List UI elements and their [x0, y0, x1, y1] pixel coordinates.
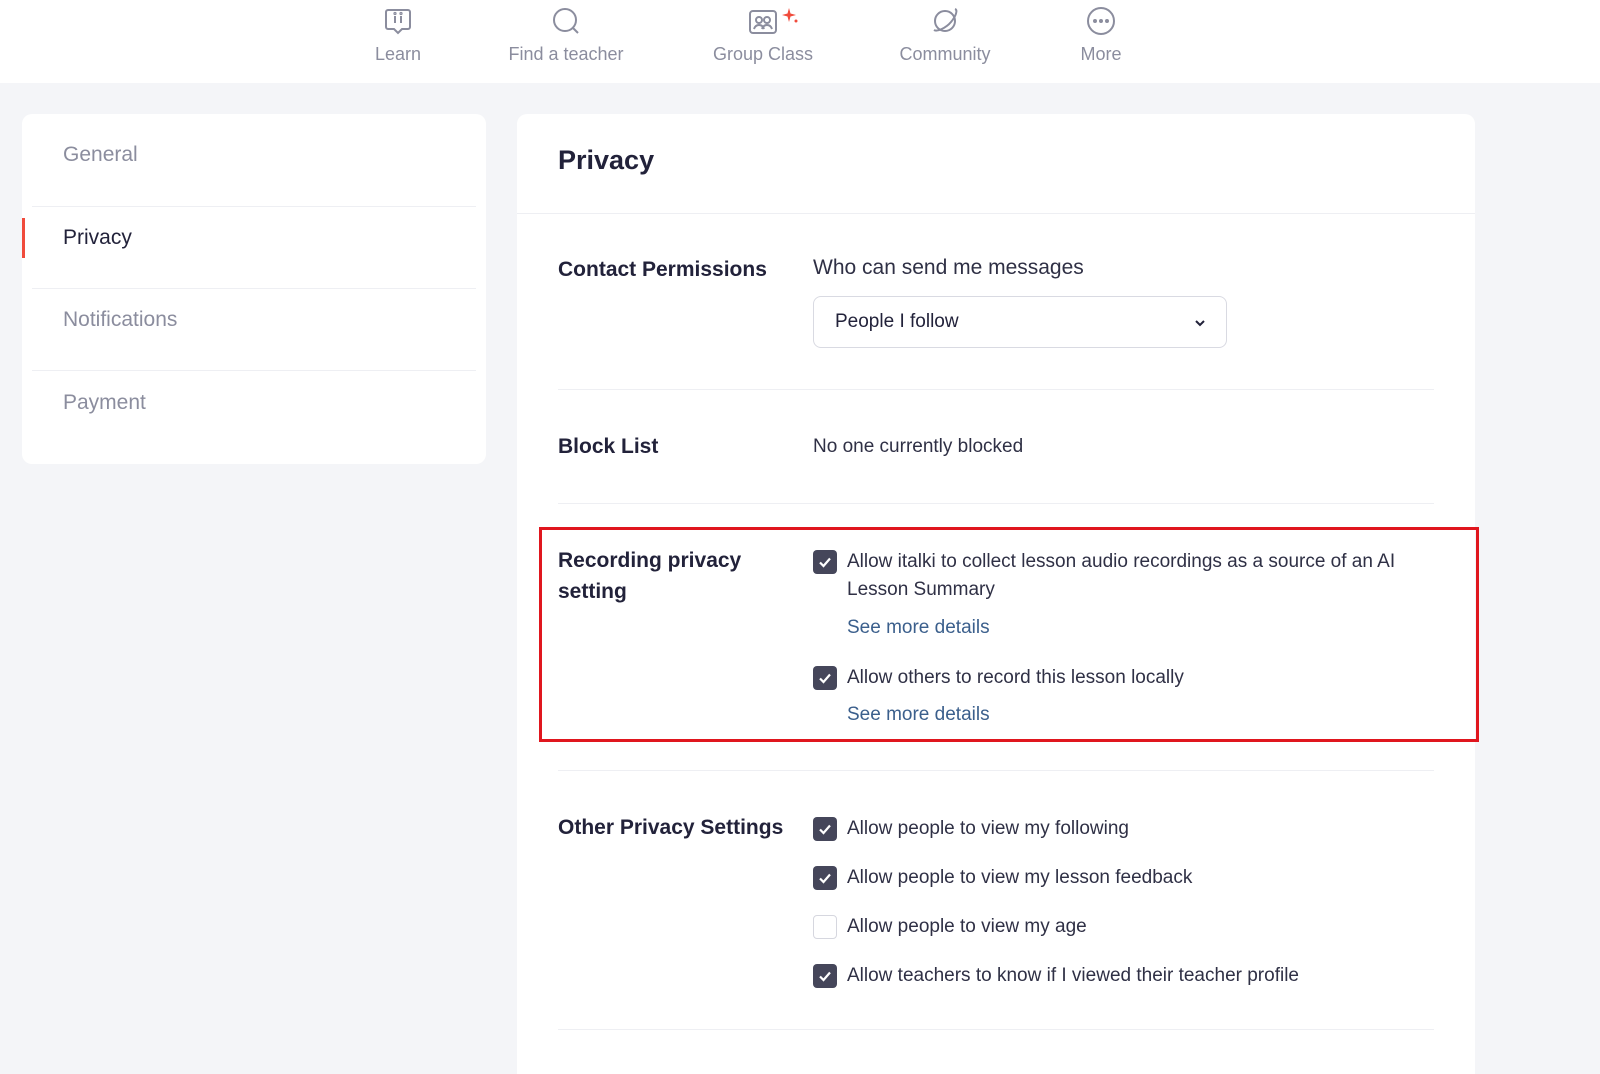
sidebar-item-label: Privacy: [63, 226, 132, 249]
block-list-value: No one currently blocked: [813, 436, 1024, 457]
view-following-text: Allow people to view my following: [847, 818, 1129, 839]
other-option-profile-view: Allow teachers to know if I viewed their…: [813, 964, 1433, 990]
sparkle-icon: [782, 8, 798, 23]
recording-privacy-label: Recording privacy setting: [558, 549, 742, 603]
checkmark-icon: [819, 873, 831, 884]
message-permission-value: People I follow: [835, 311, 959, 332]
chevron-down-icon: [1195, 320, 1205, 327]
search-icon: [553, 8, 579, 34]
nav-learn[interactable]: Learn: [364, 0, 432, 83]
divider: [517, 213, 1475, 214]
nav-more-label: More: [1080, 44, 1122, 64]
recording-option-ai-summary: Allow italki to collect lesson audio rec…: [813, 550, 1433, 604]
group-class-icon: [749, 10, 777, 34]
sidebar-item-label: Notifications: [63, 308, 178, 331]
sidebar-item-notifications[interactable]: Notifications: [22, 279, 486, 361]
sidebar-item-label: General: [63, 143, 138, 166]
sidebar-item-privacy[interactable]: Privacy: [22, 197, 486, 279]
view-following-checkbox[interactable]: [813, 817, 837, 841]
message-permission-select[interactable]: People I follow: [813, 296, 1227, 348]
nav-community[interactable]: Community: [893, 0, 997, 83]
nav-more[interactable]: More: [1075, 0, 1127, 83]
checkmark-icon: [819, 824, 831, 835]
other-option-age: Allow people to view my age: [813, 915, 1433, 941]
settings-sidebar: General Privacy Notifications Payment: [22, 114, 486, 464]
nav-community-label: Community: [899, 44, 991, 64]
view-feedback-checkbox[interactable]: [813, 866, 837, 890]
more-icon: [1087, 7, 1115, 35]
divider: [558, 389, 1434, 390]
view-age-checkbox[interactable]: [813, 915, 837, 939]
block-list-label: Block List: [558, 435, 659, 458]
ai-summary-text: Allow italki to collect lesson audio rec…: [847, 551, 1396, 600]
view-feedback-text: Allow people to view my lesson feedback: [847, 867, 1193, 888]
nav-find-teacher-label: Find a teacher: [508, 44, 624, 64]
checkmark-icon: [819, 673, 831, 684]
profile-view-checkbox[interactable]: [813, 964, 837, 988]
checkmark-icon: [819, 557, 831, 568]
nav-learn-label: Learn: [374, 44, 422, 64]
sidebar-item-payment[interactable]: Payment: [22, 362, 486, 444]
nav-find-teacher[interactable]: Find a teacher: [504, 0, 628, 83]
view-age-text: Allow people to view my age: [847, 916, 1087, 937]
local-recording-checkbox[interactable]: [813, 666, 837, 690]
nav-group-class-label: Group Class: [712, 44, 814, 64]
profile-view-text: Allow teachers to know if I viewed their…: [847, 965, 1299, 986]
nav-group-class[interactable]: Group Class: [710, 0, 816, 83]
divider: [558, 503, 1434, 504]
contact-permissions-label: Contact Permissions: [558, 258, 767, 281]
other-option-following: Allow people to view my following: [813, 817, 1433, 843]
page-title: Privacy: [558, 145, 655, 175]
planet-icon: [933, 8, 958, 32]
other-privacy-label: Other Privacy Settings: [558, 816, 784, 839]
ai-summary-checkbox[interactable]: [813, 550, 837, 574]
privacy-settings-card: Privacy Contact Permissions Who can send…: [517, 114, 1475, 1074]
sidebar-item-general[interactable]: General: [22, 114, 486, 196]
sidebar-item-label: Payment: [63, 391, 146, 414]
divider: [558, 770, 1434, 771]
other-option-feedback: Allow people to view my lesson feedback: [813, 866, 1433, 892]
see-more-details-link[interactable]: See more details: [847, 704, 990, 726]
local-recording-text: Allow others to record this lesson local…: [847, 667, 1184, 688]
recording-option-local: Allow others to record this lesson local…: [813, 666, 1433, 692]
who-can-message-label: Who can send me messages: [813, 256, 1084, 279]
learn-icon: [385, 9, 411, 35]
divider: [558, 1029, 1434, 1030]
top-navigation: Learn Find a teacher Group Class Communi…: [0, 0, 1600, 83]
checkmark-icon: [819, 971, 831, 982]
see-more-details-link[interactable]: See more details: [847, 617, 990, 639]
